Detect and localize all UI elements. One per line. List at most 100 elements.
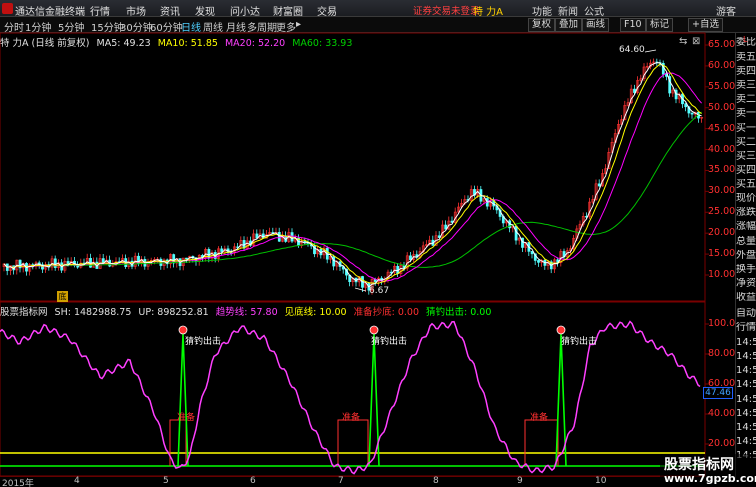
- side-panel-item[interactable]: 买一: [736, 123, 756, 134]
- high-pointer: [644, 49, 657, 53]
- sh-value: SH: 1482988.75: [54, 307, 132, 318]
- bottom-badge: 底: [57, 291, 68, 302]
- side-panel-item[interactable]: 现价: [736, 193, 756, 204]
- side-panel-item[interactable]: 14:50: [736, 394, 756, 405]
- side-panel-item[interactable]: 卖四: [736, 66, 756, 77]
- kline-y-tick: 35.00: [708, 164, 736, 176]
- indicator-name[interactable]: 股票指标网: [0, 307, 48, 318]
- side-panel-item[interactable]: 买五: [736, 179, 756, 190]
- bottom-line-value: 见底线: 10.00: [284, 307, 347, 318]
- ma20-line: [3, 72, 702, 282]
- signal-ball-icon: [369, 325, 379, 335]
- kline-y-tick: 55.00: [708, 80, 736, 92]
- side-panel-item[interactable]: 卖二: [736, 94, 756, 105]
- kline-y-tick: 65.00: [708, 39, 736, 50]
- side-panel-item[interactable]: 卖一: [736, 108, 756, 119]
- signal-spikes: [177, 333, 567, 467]
- indicator-frame: [0, 301, 706, 477]
- signal-label-2: 猜钓出击: [371, 337, 408, 347]
- signal-label-3: 猜钓出击: [561, 337, 598, 347]
- side-panel-item[interactable]: 收益: [736, 292, 756, 303]
- indicator-y-tick: 80.00: [708, 348, 736, 359]
- candle-body: [220, 248, 224, 252]
- side-panel-item[interactable]: 涨跌: [736, 207, 756, 218]
- kline-y-tick: 30.00: [708, 185, 736, 197]
- side-panel-item[interactable]: 外盘: [736, 250, 756, 261]
- signal-value: 猜钓出击: 0.00: [426, 307, 492, 318]
- side-panel-item[interactable]: 14:50: [736, 436, 756, 447]
- side-panel-item[interactable]: 14:50: [736, 351, 756, 362]
- side-panel-item[interactable]: 卖三: [736, 80, 756, 91]
- ready-box: [337, 419, 369, 466]
- side-panel-item[interactable]: 14:50: [736, 422, 756, 433]
- watermark-title: 股票指标网: [664, 457, 734, 473]
- low-price-label: 6.67: [369, 286, 390, 296]
- candle-body: [303, 240, 307, 243]
- ready-boxes: [169, 419, 559, 466]
- side-panel-item[interactable]: 买二: [736, 137, 756, 148]
- candle-body: [185, 257, 188, 260]
- ma5-line: [3, 62, 702, 288]
- x-axis-label: 10: [595, 476, 607, 486]
- signal-balls: [178, 325, 566, 335]
- x-axis-label: 6: [250, 476, 256, 486]
- ready-value: 准备抄底: 0.00: [353, 307, 419, 318]
- prep-label-2: 准备: [342, 413, 361, 423]
- candle-body: [66, 261, 70, 265]
- candle-body: [277, 232, 281, 242]
- watermark-url: www.7gpzb.com: [664, 472, 756, 485]
- x-axis-label: 4: [74, 476, 80, 486]
- side-panel-item[interactable]: 自动: [736, 308, 756, 319]
- ma10-line: [3, 63, 702, 284]
- side-panel-item[interactable]: 14:50: [736, 379, 756, 390]
- kline-y-tick: 20.00: [708, 227, 736, 239]
- x-axis-label: 8: [433, 476, 439, 486]
- high-price-label: 64.60: [619, 45, 645, 55]
- kline-y-tick: 25.00: [708, 206, 736, 218]
- kline-y-tick: 40.00: [708, 143, 736, 155]
- current-indicator-value: 47.46: [703, 387, 733, 399]
- signal-ball-icon: [178, 325, 188, 335]
- low-pointer: [354, 287, 367, 292]
- candle-body: [690, 112, 694, 115]
- kline-grid: [705, 44, 709, 276]
- panel-flag-icon: L: [743, 35, 748, 44]
- side-panel-item[interactable]: 买四: [736, 165, 756, 176]
- candle-body: [53, 258, 57, 268]
- side-panel-item[interactable]: 14:50: [736, 365, 756, 376]
- side-panel-item[interactable]: 14:50: [736, 408, 756, 419]
- watermark: 股票指标网 www.7gpzb.com: [660, 454, 756, 487]
- side-panel-item[interactable]: 卖五: [736, 52, 756, 63]
- indicator-legend: 股票指标网 SH: 1482988.75 UP: 898252.81 趋势线: …: [0, 304, 705, 318]
- x-axis-label: 5: [163, 476, 169, 486]
- signal-ball-icon: [556, 325, 566, 335]
- trend-value: 趋势线: 57.80: [215, 307, 278, 318]
- signal-spike: [177, 333, 189, 467]
- prep-label-3: 准备: [530, 413, 549, 423]
- side-panel-item[interactable]: 买三: [736, 151, 756, 162]
- candlesticks: [2, 58, 704, 295]
- candle-body: [537, 260, 540, 263]
- indicator-y-tick: 20.00: [708, 438, 736, 449]
- ready-box: [524, 419, 559, 466]
- kline-y-tick: 60.00: [708, 59, 736, 71]
- kline-y-tick: 50.00: [708, 101, 736, 113]
- up-value: UP: 898252.81: [138, 307, 209, 318]
- side-panel-item[interactable]: 14:50: [736, 337, 756, 348]
- candle-body: [514, 225, 518, 241]
- kline-y-tick: 45.00: [708, 122, 736, 134]
- signal-label-1: 猜钓出击: [185, 337, 222, 347]
- prep-label-1: 准备: [177, 413, 196, 423]
- indicator-y-tick: 40.00: [708, 408, 736, 419]
- kline-y-tick: 15.00: [708, 248, 736, 260]
- x-axis-label: 2015年: [2, 479, 34, 487]
- side-panel-item[interactable]: 涨幅: [736, 221, 756, 232]
- kline-y-tick: 10.00: [708, 269, 736, 280]
- side-panel-item[interactable]: 行情: [736, 322, 756, 333]
- candle-body: [597, 183, 601, 187]
- x-axis-label: 9: [517, 476, 523, 486]
- side-panel-item[interactable]: 净资: [736, 278, 756, 289]
- chart-canvas: [0, 32, 709, 477]
- side-panel-item[interactable]: 总量: [736, 236, 756, 247]
- side-panel-item[interactable]: 换手: [736, 264, 756, 275]
